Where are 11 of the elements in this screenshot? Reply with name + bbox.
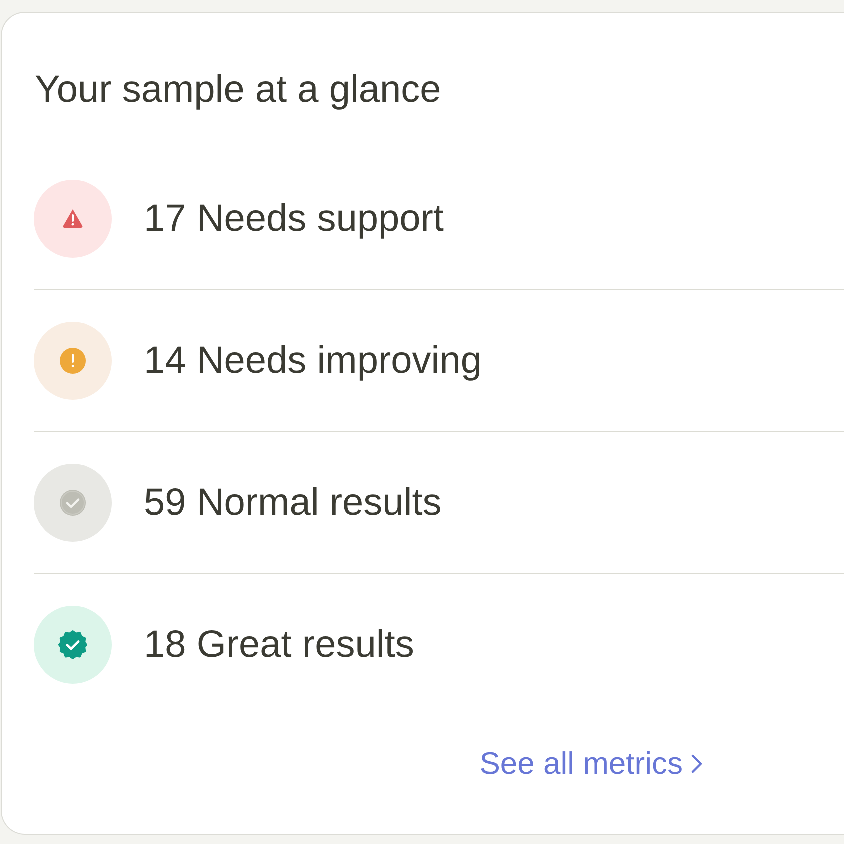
- see-all-metrics-link[interactable]: See all metrics: [480, 746, 703, 782]
- card-title: Your sample at a glance: [35, 68, 442, 112]
- result-label: 17 Needs support: [144, 196, 444, 240]
- exclamation-icon: [34, 322, 112, 400]
- warning-icon: [34, 180, 112, 258]
- check-badge-icon: [34, 606, 112, 684]
- result-label: 18 Great results: [144, 623, 414, 667]
- result-label: 14 Needs improving: [144, 338, 482, 382]
- check-circle-icon: [34, 464, 112, 542]
- result-label: 59 Normal results: [144, 480, 442, 524]
- chevron-right-icon: [691, 754, 703, 774]
